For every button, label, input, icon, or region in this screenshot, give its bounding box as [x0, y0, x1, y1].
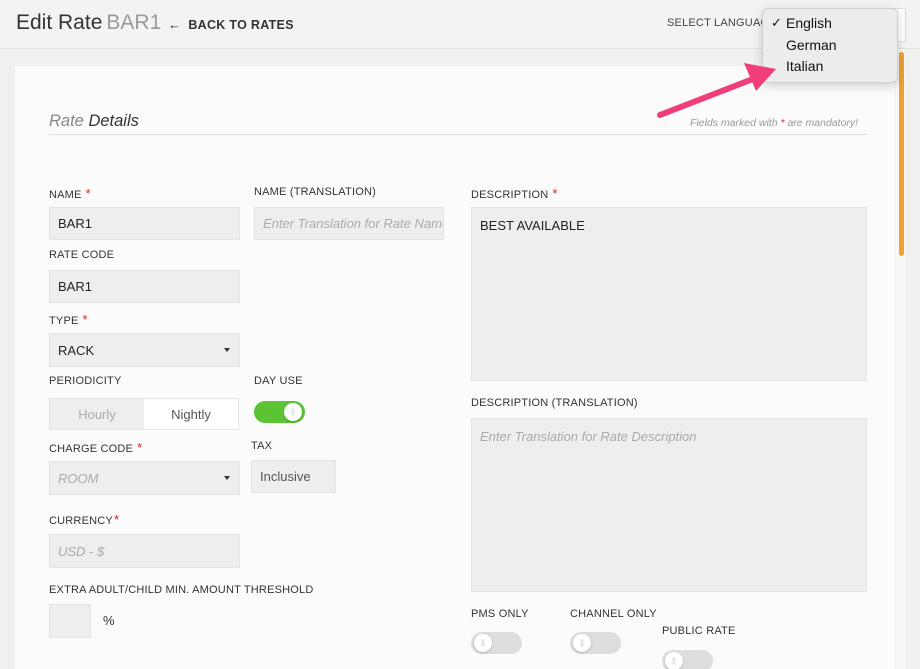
label-text: CHARGE CODE [49, 443, 134, 455]
check-icon: ✓ [771, 15, 782, 30]
select-language-label: SELECT LANGUAGE [667, 17, 777, 29]
arrow-left-icon: ← [168, 17, 182, 32]
divider [49, 134, 867, 135]
section-title: Rate Details [49, 112, 139, 131]
language-option-english[interactable]: ✓ English [763, 15, 897, 37]
pms-only-label: PMS ONLY [471, 608, 529, 620]
charge-code-select[interactable]: ROOM [49, 461, 240, 495]
rate-code-input[interactable]: BAR1 [49, 270, 240, 303]
required-star: * [552, 186, 558, 201]
charge-code-label: CHARGE CODE * [49, 440, 142, 455]
section-title-main: Details [88, 112, 139, 130]
threshold-label: EXTRA ADULT/CHILD MIN. AMOUNT THRESHOLD [49, 584, 314, 596]
label-text: TYPE [49, 315, 79, 327]
description-label: DESCRIPTION * [471, 186, 558, 201]
label-text: NAME [49, 189, 82, 201]
page-title-text: Edit Rate [16, 11, 103, 34]
required-star: * [82, 312, 88, 327]
percent-unit: % [103, 613, 115, 628]
type-label: TYPE * [49, 312, 88, 327]
tax-label: TAX [251, 440, 273, 452]
language-option-label: Italian [786, 58, 824, 74]
currency-label: CURRENCY* [49, 512, 119, 527]
required-star: * [85, 186, 91, 201]
required-star: * [137, 440, 143, 455]
name-input[interactable]: BAR1 [49, 207, 240, 240]
channel-only-toggle[interactable]: || [570, 632, 621, 654]
charge-code-placeholder: ROOM [58, 470, 99, 486]
name-translation-input[interactable]: Enter Translation for Rate Name [254, 207, 444, 240]
periodicity-label: PERIODICITY [49, 375, 122, 387]
name-label: NAME * [49, 186, 91, 201]
language-option-label: German [786, 36, 837, 53]
description-translation-label: DESCRIPTION (TRANSLATION) [471, 397, 638, 409]
mandatory-note-text: are mandatory! [787, 117, 859, 129]
type-select[interactable]: RACK [49, 333, 240, 367]
tax-value: Inclusive [251, 460, 336, 493]
type-select-value: RACK [58, 342, 95, 358]
page-title: Edit Rate BAR1 [16, 11, 161, 35]
description-textarea[interactable]: BEST AVAILABLE [471, 207, 867, 381]
language-option-label: English [786, 15, 832, 31]
back-link-label: BACK TO RATES [188, 17, 294, 32]
rate-code-title: BAR1 [106, 11, 162, 34]
rate-code-label: RATE CODE [49, 249, 115, 261]
toggle-knob: || [284, 403, 302, 421]
caret-down-icon [224, 476, 230, 480]
public-rate-toggle[interactable]: || [662, 650, 713, 669]
caret-down-icon [224, 348, 230, 352]
label-text: DESCRIPTION [471, 189, 549, 201]
periodicity-segmented-control: Hourly Nightly [49, 398, 239, 430]
public-rate-label: PUBLIC RATE [662, 625, 736, 637]
periodicity-hourly[interactable]: Hourly [50, 399, 144, 429]
channel-only-label: CHANNEL ONLY [570, 608, 657, 620]
back-to-rates-link[interactable]: ← BACK TO RATES [168, 17, 294, 32]
day-use-label: DAY USE [254, 375, 303, 387]
label-text: CURRENCY [49, 515, 113, 527]
name-translation-label: NAME (TRANSLATION) [254, 186, 376, 198]
threshold-input[interactable] [49, 604, 91, 638]
scrollbar-thumb[interactable] [899, 52, 904, 256]
pms-only-toggle[interactable]: || [471, 632, 522, 654]
section-title-light: Rate [49, 112, 84, 130]
currency-input[interactable]: USD - $ [49, 534, 240, 568]
periodicity-nightly[interactable]: Nightly [144, 399, 238, 429]
toggle-knob: || [573, 634, 591, 652]
day-use-toggle[interactable]: || [254, 401, 305, 423]
toggle-knob: || [665, 652, 683, 669]
description-translation-textarea[interactable]: Enter Translation for Rate Description [471, 418, 867, 592]
toggle-knob: || [474, 634, 492, 652]
required-star: * [113, 512, 120, 527]
annotation-arrow-icon [657, 63, 776, 118]
